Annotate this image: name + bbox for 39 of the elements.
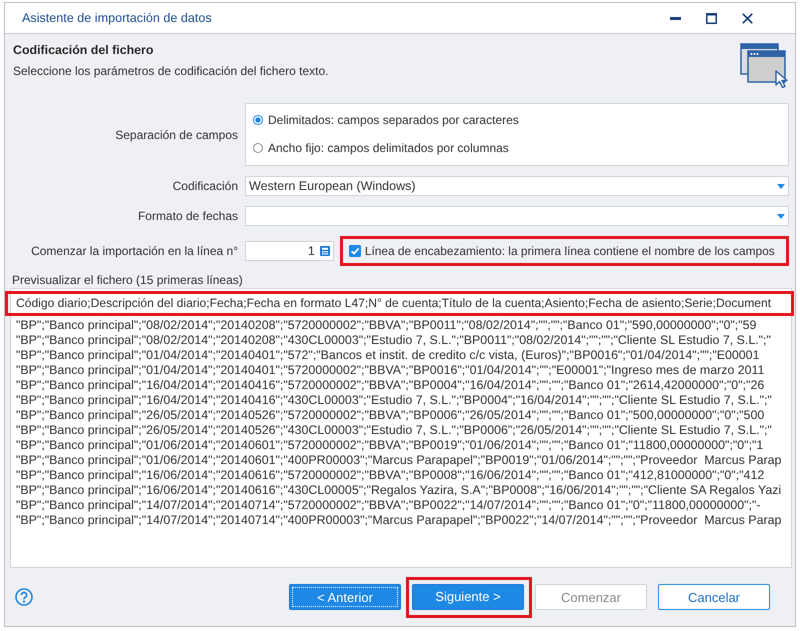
caret-icon	[777, 214, 785, 219]
windows-cursor-icon	[740, 43, 790, 89]
preview-line: "BP";"Banco principal";"08/02/2014";"20140208";"430CL00003";"Estudio 7, S.L.";"BP0011";"08/02/2014";"";"";"Cliente SL Estudio 7, S.L.";"	[16, 333, 771, 348]
dropdown-field[interactable]: Western European (Windows)	[245, 176, 789, 196]
dropdown-field[interactable]	[245, 206, 789, 226]
page-heading: Codificación del fichero	[13, 42, 154, 59]
preview-line: "BP";"Banco principal";"26/05/2014";"20140526";"5720000002";"BBVA";"BP0006";"26/05/2014";"";"";"Banco 01";"500,00000000";"0";"500	[16, 408, 764, 423]
window-title: Asistente de importación de datos	[22, 11, 213, 25]
preview-line: "BP";"Banco principal";"16/06/2014";"20140616";"5720000002";"BBVA";"BP0008";"16/06/2014";"";"";"Banco 01";"412,81000000";"0";"412	[16, 468, 764, 483]
calculator-icon	[320, 246, 330, 256]
preview-line: "BP";"Banco principal";"26/05/2014";"20140526";"430CL00003";"Estudio 7, S.L.";"BP0006";"26/05/2014";"";"";"Cliente SL Estudio 7, S.L.";"	[16, 423, 772, 438]
wizard-button[interactable]: Cancelar	[658, 584, 770, 610]
preview-line: "BP";"Banco principal";"16/04/2014";"20140416";"5720000002";"BBVA";"BP0004";"16/04/2014";"";"";"Banco 01";"2614,42000000";"0";"26	[16, 378, 764, 393]
preview-line: "BP";"Banco principal";"14/07/2014";"20140714";"400PR00003";"Marcus Parapapel";"BP0022";"14/07/2014";"";"";"Proveedor Marcus Parap	[16, 513, 782, 528]
preview-line: "BP";"Banco principal";"08/02/2014";"20140208";"5720000002";"BBVA";"BP0011";"08/02/2014";"";"";"Banco 01";"590,00000000";"0";"59	[16, 318, 756, 333]
radio-option[interactable]: Ancho fijo: campos delimitados por columnas	[253, 134, 509, 162]
close-icon[interactable]	[742, 12, 753, 24]
wizard-button[interactable]: Siguiente >	[412, 584, 524, 610]
preview-header-line: Código diario;Descripción del diario;Fecha;Fecha en formato L47;N° de cuenta;Título de la cuenta;Asiento;Fecha de asiento;Serie;Document	[16, 296, 772, 311]
field-label: Separación de campos	[114, 128, 238, 142]
preview-line: "BP";"Banco principal";"16/04/2014";"20140416";"430CL00003";"Estudio 7, S.L.";"BP0004";"16/04/2014";"";"";"Cliente SL Estudio 7, S.L.";"	[16, 393, 772, 408]
checkbox-option[interactable]: Línea de encabezamiento: la primera línea contiene el nombre de los campos	[348, 244, 775, 258]
field-label: Formato de fechas	[136, 209, 238, 223]
preview-line: "BP";"Banco principal";"01/04/2014";"20140401";"572";"Bancos et instit. de credito c/c vista, (Euros)";"BP0016";"01/04/2014";"";"E00001	[16, 348, 760, 363]
maximize-icon[interactable]	[706, 12, 717, 24]
number-field[interactable]: 1	[245, 241, 334, 261]
preview-line: "BP";"Banco principal";"14/07/2014";"20140714";"5720000002";"BBVA";"BP0022";"14/07/2014";"";"";"Banco 01";"0";"11800,00000000";"-	[16, 498, 761, 513]
caret-icon	[777, 184, 785, 189]
wizard-button[interactable]: < Anterior	[289, 584, 401, 610]
preview-title: Previsualizar el fichero (15 primeras líneas)	[12, 273, 244, 288]
page-subtitle: Seleccione los parámetros de codificación del fichero texto.	[13, 63, 330, 79]
help-icon[interactable]	[15, 588, 33, 606]
field-label: Codificación	[172, 179, 238, 193]
preview-line: "BP";"Banco principal";"01/06/2014";"20140601";"400PR00003";"Marcus Parapapel";"BP0019";"01/06/2014";"";"";"Proveedor Marcus Parap	[16, 453, 782, 468]
radio-option[interactable]: Delimitados: campos separados por caracteres	[253, 106, 519, 134]
preview-line: "BP";"Banco principal";"01/06/2014";"20140601";"5720000002";"BBVA";"BP0019";"01/06/2014";"";"";"Banco 01";"11800,00000000";"0";"1	[16, 438, 764, 453]
preview-line: "BP";"Banco principal";"16/06/2014";"20140616";"430CL00005";"Regalos Yazira, S.A";"BP0008";"16/06/2014";"";"";"Cliente SA Regalos Yazi	[16, 483, 782, 498]
preview-line: "BP";"Banco principal";"01/04/2014";"20140401";"5720000002";"BBVA";"BP0016";"01/04/2014";"";"E00001";"Ingreso mes de marzo 2011	[16, 363, 764, 378]
field-label: Comenzar la importación en la línea n°	[30, 244, 238, 258]
